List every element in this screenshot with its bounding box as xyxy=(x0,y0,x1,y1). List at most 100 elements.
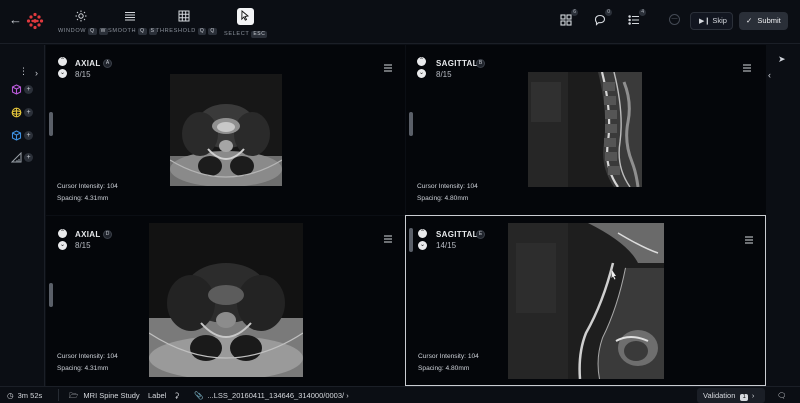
add-icon[interactable]: + xyxy=(24,85,33,94)
viewport-letter-badge: B xyxy=(476,59,485,68)
shortcut-key: Q xyxy=(197,28,207,35)
cursor-icon: ➤ xyxy=(778,54,786,64)
viewport-title: SAGITTAL xyxy=(436,230,478,239)
divider xyxy=(58,389,59,401)
hierarchy-icon[interactable]: ⚳ xyxy=(174,390,180,402)
layer-row-blue[interactable]: + xyxy=(11,130,35,142)
list-icon xyxy=(628,15,639,25)
viewport-menu-icon[interactable] xyxy=(745,236,753,244)
slice-index: 8/15 xyxy=(436,70,452,79)
layer-row-ruler[interactable]: + xyxy=(11,152,35,164)
cursor-intensity: Cursor Intensity: 104 xyxy=(57,183,118,190)
validation-button[interactable]: Validation 1 › xyxy=(697,388,765,403)
slice-down-icon[interactable]: ⌄ xyxy=(417,69,426,78)
paperclip-icon: 📎 xyxy=(194,391,204,400)
slice-scrollbar[interactable] xyxy=(49,112,53,136)
chevron-right-icon: › xyxy=(346,391,349,400)
timer: ◷ 3m 52s xyxy=(7,390,42,402)
label-text: Label xyxy=(148,391,167,400)
comment-icon xyxy=(594,14,606,26)
cube-icon xyxy=(11,130,22,141)
viewport-menu-icon[interactable] xyxy=(384,235,392,243)
viewport-title: AXIAL xyxy=(75,59,101,68)
spacing: Spacing: 4.80mm xyxy=(418,365,470,372)
viewport-axial-d[interactable]: ⌃ ⌄ AXIAL D 8/15 Cursor Intensity: 104 S… xyxy=(46,216,405,386)
window-tool-label: WINDOW xyxy=(58,28,87,34)
slice-scrollbar[interactable] xyxy=(409,228,413,252)
layers-count-badge: 6 xyxy=(571,9,578,16)
study-name-label: MRI Spine Study xyxy=(83,391,140,400)
submit-label: Submit xyxy=(757,16,781,25)
add-icon[interactable]: + xyxy=(24,131,33,140)
submit-button[interactable]: ✓ Submit xyxy=(739,12,788,30)
right-sidebar: ➤ ‹ xyxy=(766,45,800,386)
spacing: Spacing: 4.80mm xyxy=(417,195,469,202)
left-sidebar: ⋮ › + + + + xyxy=(0,45,45,386)
more-options-icon[interactable]: ⋮ xyxy=(19,66,28,77)
study-name[interactable]: 🗁 MRI Spine Study xyxy=(69,390,140,402)
viewport-letter-badge: A xyxy=(103,59,112,68)
viewport-axial-a[interactable]: ⌃ ⌄ AXIAL A 8/15 Cursor Intensity: 104 S… xyxy=(46,45,405,215)
cursor-intensity: Cursor Intensity: 104 xyxy=(418,353,479,360)
slice-up-icon[interactable]: ⌃ xyxy=(58,57,67,66)
spacing: Spacing: 4.31mm xyxy=(57,365,109,372)
list-button[interactable]: 4 xyxy=(628,9,646,26)
skip-forward-icon: ▶❙ xyxy=(699,18,711,25)
grid-layout-icon xyxy=(560,14,572,26)
smooth-icon xyxy=(125,12,135,21)
layer-row-yellow[interactable]: + xyxy=(11,107,35,119)
status-circle-icon[interactable]: — xyxy=(669,14,680,25)
skip-label: Skip xyxy=(712,16,727,25)
smooth-tool-button[interactable]: SMOOTH Q S xyxy=(108,8,157,38)
slice-up-icon[interactable]: ⌃ xyxy=(417,57,426,66)
layer-row-purple[interactable]: + xyxy=(11,84,35,96)
skip-button[interactable]: ▶❙ Skip xyxy=(690,12,733,30)
threshold-tool-button[interactable]: THRESHOLD Q Q xyxy=(156,8,217,38)
viewport-letter-badge: E xyxy=(476,230,485,239)
shortcut-key: Q xyxy=(138,28,147,35)
label-item[interactable]: Label xyxy=(148,390,166,402)
smooth-tool-label: SMOOTH xyxy=(108,28,137,34)
add-icon[interactable]: + xyxy=(24,108,33,117)
sphere-icon xyxy=(11,107,22,118)
viewport-sagittal-b[interactable]: ⌃ ⌄ SAGITTAL B 8/15 Cursor Intensity: 10… xyxy=(406,45,766,215)
collapse-chevron-icon[interactable]: ‹ xyxy=(768,70,771,80)
viewport-title: SAGITTAL xyxy=(436,59,478,68)
viewport-title: AXIAL xyxy=(75,230,101,239)
add-icon[interactable]: + xyxy=(24,153,33,162)
shortcut-key: Q xyxy=(208,28,217,35)
expand-chevron-icon[interactable]: › xyxy=(35,68,38,78)
cursor-intensity: Cursor Intensity: 104 xyxy=(57,353,118,360)
threshold-tool-label: THRESHOLD xyxy=(156,28,196,34)
slice-down-icon[interactable]: ⌄ xyxy=(58,69,67,78)
back-arrow-icon[interactable]: ← xyxy=(9,13,23,27)
comments-button[interactable]: 0 xyxy=(594,9,612,26)
mri-image-sagittal xyxy=(528,72,642,187)
slice-down-icon[interactable]: ⌄ xyxy=(58,241,67,250)
info-overlay: Cursor Intensity: 104 Spacing: 4.80mm xyxy=(417,181,478,205)
mri-image-sagittal xyxy=(508,223,664,379)
viewport-sagittal-e[interactable]: ⌃ ⌄ SAGITTAL E 14/15 Cursor Intensity: 1… xyxy=(405,215,766,386)
validation-label: Validation xyxy=(703,391,736,400)
select-tool-label: SELECT xyxy=(224,31,250,37)
comments-count-badge: 0 xyxy=(605,9,612,16)
layers-button[interactable]: 6 xyxy=(560,9,578,26)
select-tool-button[interactable]: SELECT ESC xyxy=(224,8,268,38)
viewport-letter-badge: D xyxy=(103,230,112,239)
slice-index: 14/15 xyxy=(436,241,457,250)
slice-scrollbar[interactable] xyxy=(49,283,53,307)
pointer-icon xyxy=(236,8,254,25)
file-path[interactable]: 📎 ...LSS_20160411_134646_314000/0003/ › xyxy=(194,390,349,402)
top-toolbar: ← WINDOW Q W SMOOTH Q S THRESHOLD Q Q SELECT ES… xyxy=(0,0,800,44)
window-tool-button[interactable]: WINDOW Q W xyxy=(58,8,108,38)
spacing: Spacing: 4.31mm xyxy=(57,195,109,202)
slice-scrollbar[interactable] xyxy=(409,112,413,136)
info-overlay: Cursor Intensity: 104 Spacing: 4.80mm xyxy=(418,351,479,375)
chat-icon[interactable]: 🗨 xyxy=(777,390,787,402)
slice-index: 8/15 xyxy=(75,70,91,79)
slice-up-icon[interactable]: ⌃ xyxy=(58,229,67,238)
viewport-menu-icon[interactable] xyxy=(384,64,392,72)
viewport-menu-icon[interactable] xyxy=(743,64,751,72)
slice-up-icon[interactable]: ⌃ xyxy=(418,229,427,238)
slice-down-icon[interactable]: ⌄ xyxy=(418,241,427,250)
